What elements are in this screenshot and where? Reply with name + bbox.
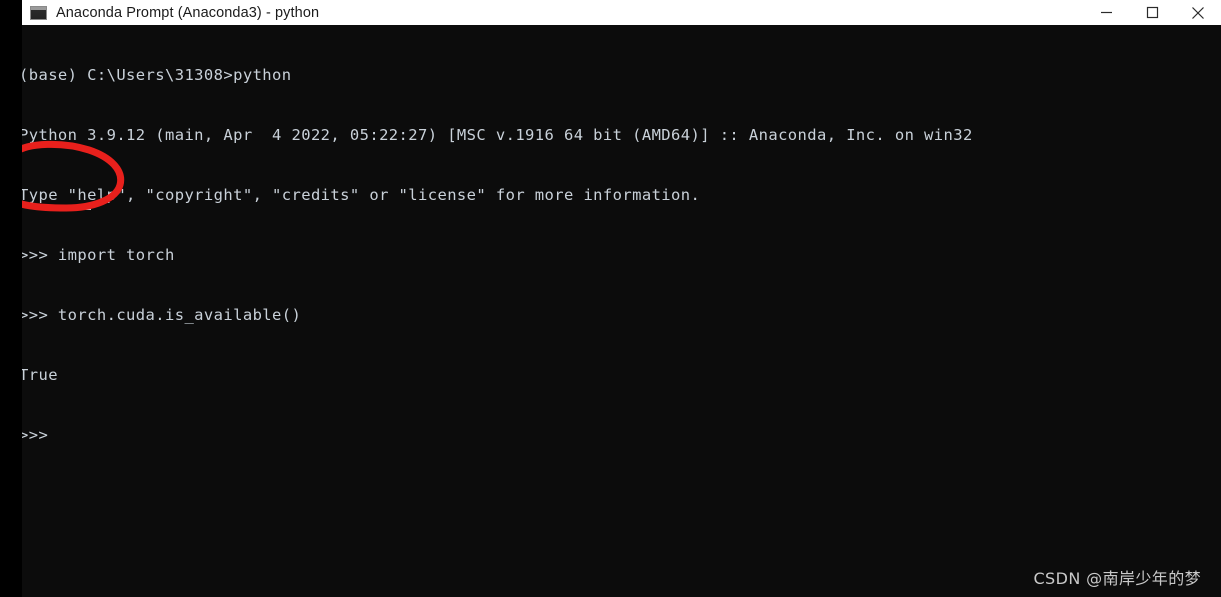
text-cursor bbox=[80, 205, 91, 210]
left-edge-gutter bbox=[0, 0, 22, 597]
maximize-button[interactable] bbox=[1129, 0, 1175, 25]
console-prompt-line: >>> bbox=[22, 426, 58, 444]
close-button[interactable] bbox=[1175, 0, 1221, 25]
console-output-area[interactable]: (base) C:\Users\31308>python Python 3.9.… bbox=[22, 25, 1221, 597]
window-title: Anaconda Prompt (Anaconda3) - python bbox=[56, 4, 320, 21]
console-line: (base) C:\Users\31308>python bbox=[22, 66, 292, 84]
titlebar[interactable]: Anaconda Prompt (Anaconda3) - python bbox=[22, 0, 1221, 25]
console-line: Python 3.9.12 (main, Apr 4 2022, 05:22:2… bbox=[22, 126, 973, 144]
console-icon bbox=[30, 5, 47, 20]
anaconda-prompt-window: (base) C:\Users\31308>python Python 3.9.… bbox=[0, 0, 1221, 597]
console-line: Type "help", "copyright", "credits" or "… bbox=[22, 186, 701, 204]
console-line: True bbox=[22, 366, 58, 384]
console-text: (base) C:\Users\31308>python Python 3.9.… bbox=[22, 25, 973, 485]
console-line: >>> import torch bbox=[22, 246, 175, 264]
window-controls bbox=[1083, 0, 1221, 25]
csdn-watermark: CSDN @南岸少年的梦 bbox=[1033, 569, 1201, 588]
console-line: >>> torch.cuda.is_available() bbox=[22, 306, 302, 324]
minimize-button[interactable] bbox=[1083, 0, 1129, 25]
